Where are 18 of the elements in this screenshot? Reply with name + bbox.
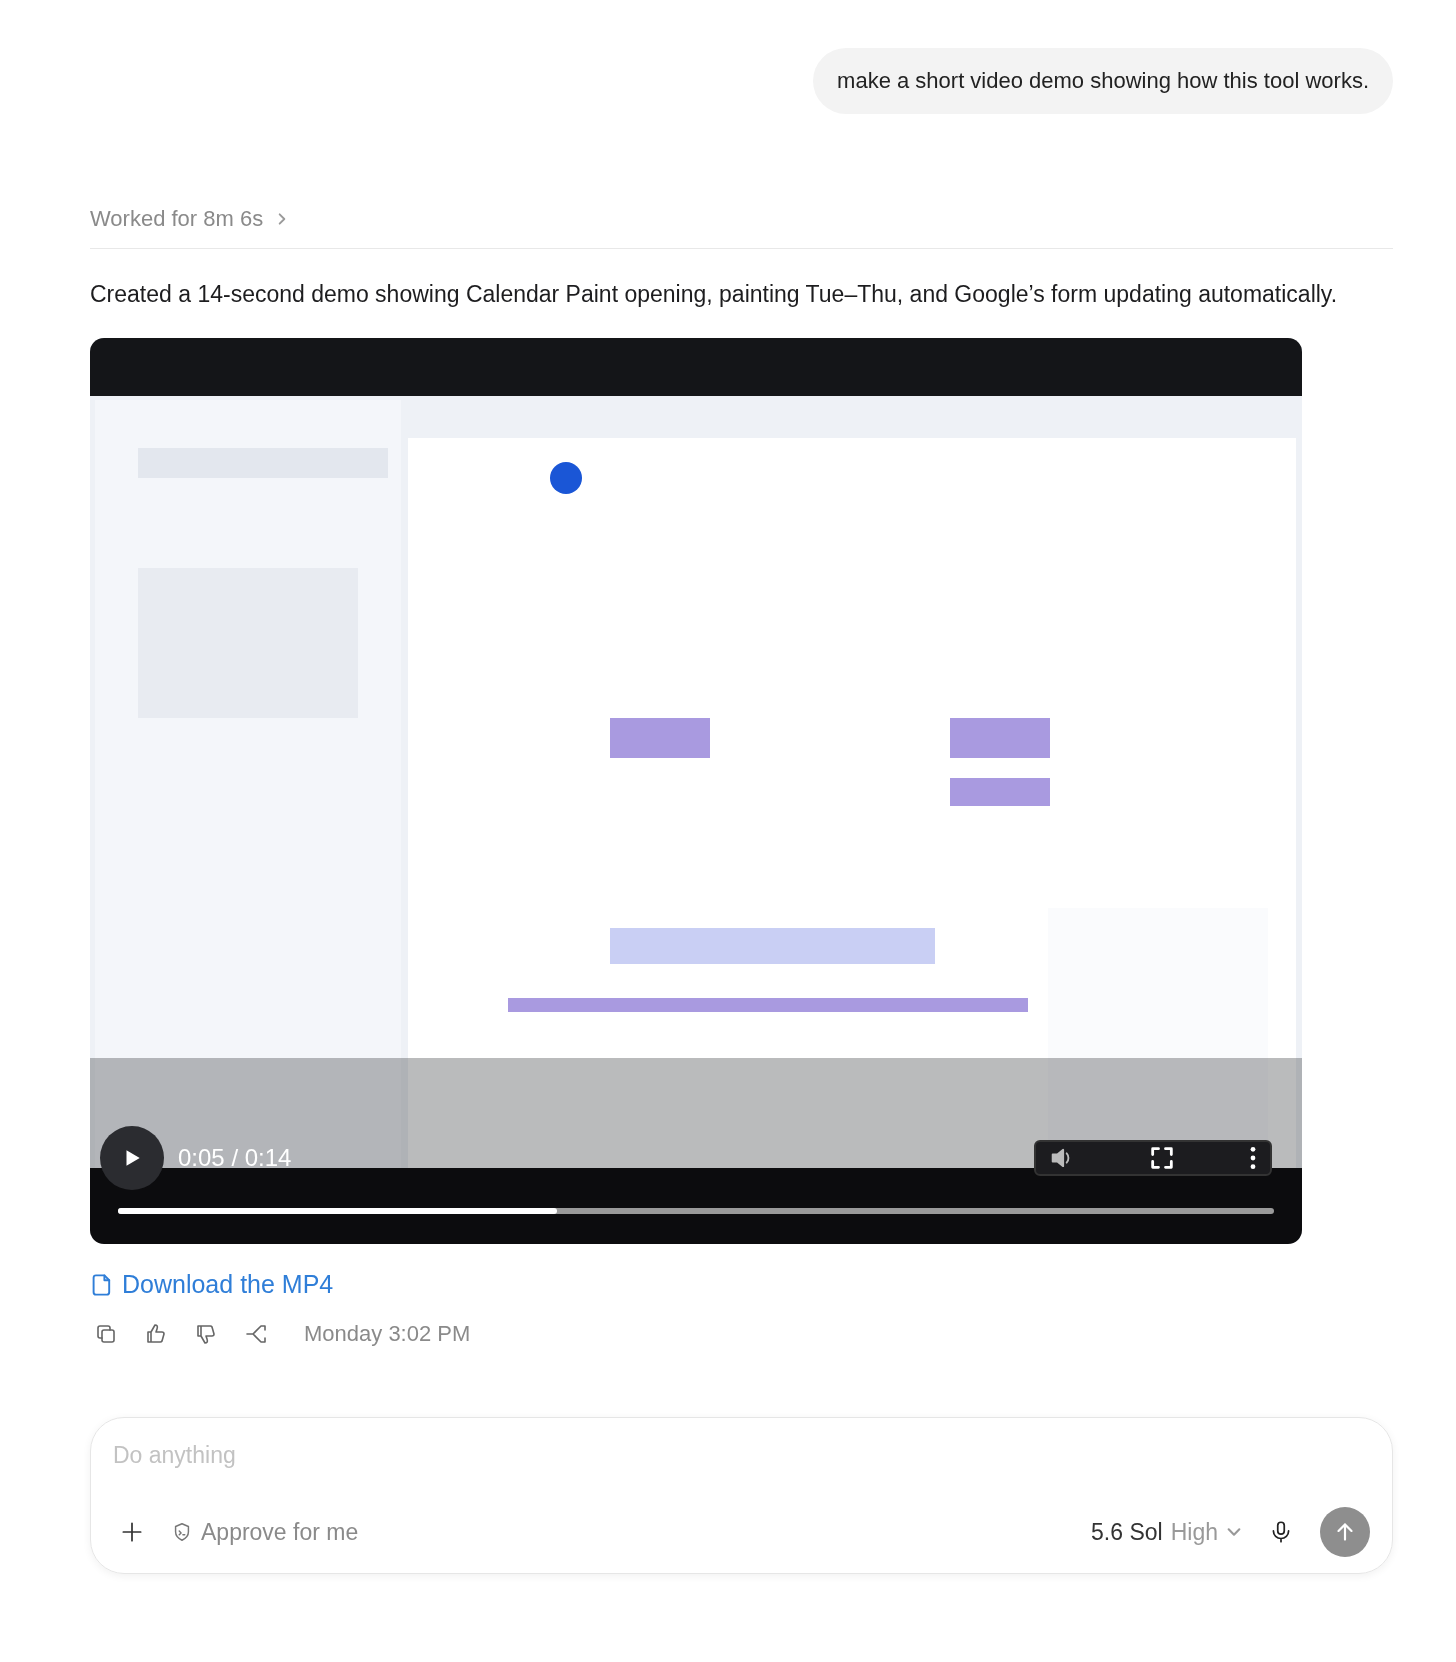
copy-icon[interactable] bbox=[94, 1322, 118, 1346]
branch-icon[interactable] bbox=[244, 1322, 268, 1346]
download-link[interactable]: Download the MP4 bbox=[90, 1270, 334, 1299]
fullscreen-icon[interactable] bbox=[1148, 1144, 1176, 1172]
model-picker[interactable]: 5.6 Sol High bbox=[1091, 1518, 1242, 1546]
thumbs-up-icon[interactable] bbox=[144, 1322, 168, 1346]
worked-toggle[interactable]: Worked for 8m 6s bbox=[90, 206, 290, 232]
timestamp: Monday 3:02 PM bbox=[304, 1321, 471, 1347]
progress-bar[interactable] bbox=[118, 1208, 1274, 1214]
thumbs-down-icon[interactable] bbox=[194, 1322, 218, 1346]
more-icon[interactable] bbox=[1248, 1145, 1258, 1171]
user-message: make a short video demo showing how this tool works. bbox=[813, 48, 1393, 114]
reply-text: Created a 14-second demo showing Calendar Paint opening, painting Tue–Thu, and Google’s form updating automatically. bbox=[90, 280, 1339, 309]
video-player[interactable]: 0:05 / 0:14 bbox=[90, 338, 1302, 1244]
approve-button[interactable]: Approve for me bbox=[171, 1518, 359, 1546]
send-button[interactable] bbox=[1320, 1507, 1370, 1557]
message-input[interactable]: Do anything bbox=[113, 1442, 1370, 1469]
video-time: 0:05 / 0:14 bbox=[178, 1144, 292, 1172]
